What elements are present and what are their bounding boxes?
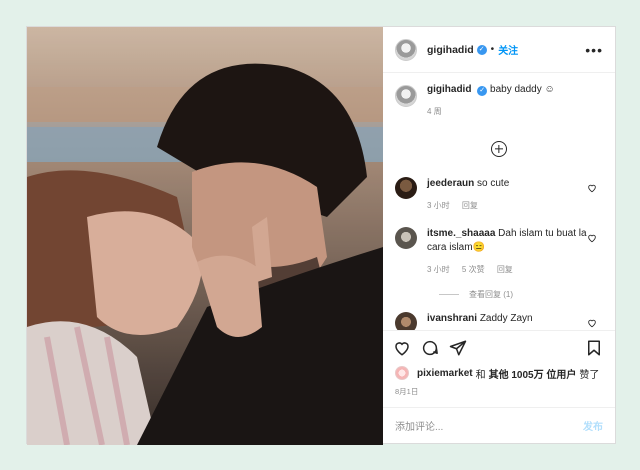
comment-likes[interactable]: 5 次赞 (462, 265, 485, 274)
follow-button[interactable]: 关注 (498, 42, 518, 57)
couple-photo-image (27, 27, 383, 445)
comment-like-heart-icon[interactable] (587, 233, 597, 243)
comment-like-heart-icon[interactable] (587, 183, 597, 193)
comments-section[interactable]: gigihadid ✓ baby daddy ☺ 4 周 jeederaun s… (383, 73, 615, 330)
post-comment-button[interactable]: 发布 (583, 418, 603, 433)
heart-icon[interactable] (393, 339, 411, 357)
comment-item: ivanshrani Zaddy Zayn (395, 312, 603, 330)
comment-time: 3 小时 (427, 265, 450, 274)
caption: gigihadid ✓ baby daddy ☺ 4 周 (395, 83, 603, 119)
comment-avatar[interactable] (395, 177, 417, 199)
bookmark-icon[interactable] (585, 339, 603, 357)
caption-age: 4 周 (427, 107, 442, 116)
comment-time: 3 小时 (427, 201, 450, 210)
likes-and: 和 (475, 369, 486, 381)
post-date[interactable]: 8月1日 (383, 382, 615, 407)
post-header: gigihadid ✓ • 关注 ••• (383, 27, 615, 73)
caption-text: baby daddy ☺ (490, 84, 555, 95)
instagram-post: gigihadid ✓ • 关注 ••• gigihadid ✓ baby da… (26, 26, 616, 445)
reply-button[interactable]: 回复 (462, 201, 478, 210)
verified-badge-icon: ✓ (477, 86, 488, 96)
replies-divider (439, 294, 459, 295)
comment-text: so cute (477, 178, 510, 189)
more-options-icon[interactable]: ••• (585, 42, 603, 58)
comment-username[interactable]: jeederaun (427, 178, 474, 189)
share-icon[interactable] (449, 339, 467, 357)
verified-badge-icon: ✓ (476, 44, 487, 55)
reply-button[interactable]: 回复 (497, 265, 513, 274)
likes-suffix: 赞了 (579, 369, 600, 381)
view-replies-button[interactable]: 查看回复 (1) (439, 289, 603, 300)
comment-item: itsme._shaaaa Dah islam tu buat la cara … (395, 227, 603, 277)
action-bar (383, 330, 615, 364)
comment-avatar[interactable] (395, 312, 417, 330)
load-more-plus-icon[interactable] (491, 141, 507, 157)
comment-item: jeederaun so cute 3 小时 回复 (395, 177, 603, 213)
likes-summary: pixiemarket 和 其他 1005万 位用户 赞了 (383, 364, 615, 382)
author-username[interactable]: gigihadid (427, 44, 474, 56)
likes-others[interactable]: 其他 1005万 位用户 (489, 366, 577, 381)
view-replies-label: 查看回复 (1) (469, 290, 513, 299)
comment-icon[interactable] (421, 339, 439, 357)
comment-username[interactable]: itsme._shaaaa (427, 228, 495, 239)
comment-like-heart-icon[interactable] (587, 318, 597, 328)
author-avatar[interactable] (395, 38, 417, 61)
add-comment-bar: 添加评论... 发布 (383, 407, 615, 443)
caption-avatar[interactable] (395, 85, 417, 107)
comment-avatar[interactable] (395, 227, 417, 249)
comment-username[interactable]: ivanshrani (427, 313, 477, 324)
post-photo[interactable] (27, 27, 383, 445)
comment-text: Zaddy Zayn (479, 313, 533, 324)
caption-username[interactable]: gigihadid (427, 84, 471, 95)
separator-dot: • (490, 44, 495, 55)
add-comment-input[interactable]: 添加评论... (395, 418, 443, 433)
post-sidebar: gigihadid ✓ • 关注 ••• gigihadid ✓ baby da… (383, 27, 615, 443)
liked-by-user[interactable]: pixiemarket (417, 368, 473, 379)
liker-avatar[interactable] (395, 366, 409, 380)
